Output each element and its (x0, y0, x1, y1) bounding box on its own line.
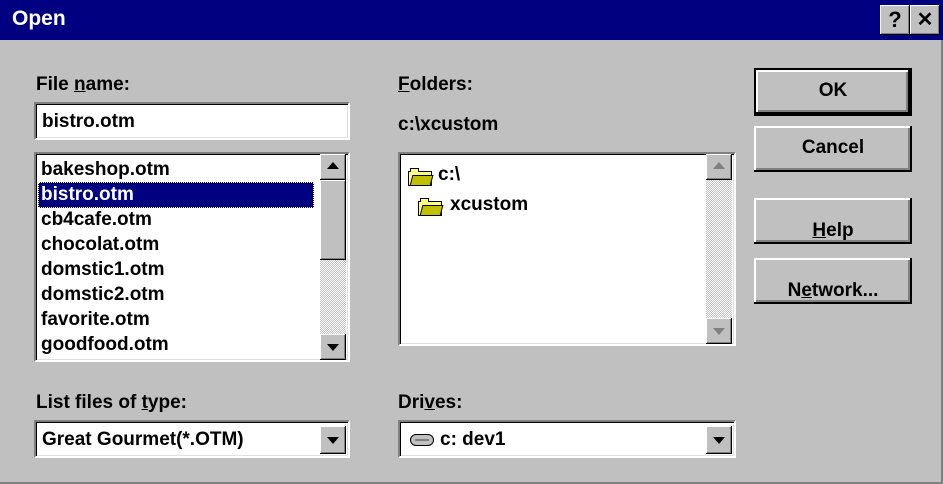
file-type-select[interactable]: Great Gourmet(*.OTM) (34, 420, 350, 458)
window-title: Open (12, 7, 66, 30)
file-list-item[interactable]: goodfood.otm (38, 332, 314, 358)
file-name-value: bistro.otm (42, 111, 135, 132)
network-button[interactable]: Network... (754, 258, 912, 304)
arrow-down-icon (327, 437, 339, 444)
folder-tree[interactable]: c:\ xcustom (398, 152, 736, 346)
drives-dropdown-button[interactable] (706, 426, 732, 454)
scroll-up-button[interactable] (320, 154, 346, 180)
folder-icon (408, 168, 434, 186)
file-list-item[interactable]: domstic2.otm (38, 282, 314, 308)
arrow-up-icon (327, 162, 339, 169)
help-title-button[interactable]: ? (880, 5, 910, 35)
drives-label: Drives: (398, 392, 463, 413)
folder-item-label: xcustom (450, 194, 529, 215)
arrow-down-icon (327, 344, 339, 351)
file-type-label: List files of type: (36, 392, 187, 413)
arrow-up-icon (713, 162, 725, 169)
arrow-down-icon (713, 437, 725, 444)
help-button[interactable]: Help (754, 198, 912, 244)
file-list-scrollbar[interactable] (320, 154, 346, 360)
drives-select[interactable]: c: dev1 (398, 420, 736, 458)
drives-value: c: dev1 (440, 429, 506, 450)
arrow-down-icon (713, 328, 725, 335)
ok-button[interactable]: OK (754, 68, 912, 116)
cancel-button[interactable]: Cancel (754, 126, 912, 172)
drive-icon (410, 434, 434, 446)
close-button[interactable]: ✕ (910, 5, 940, 35)
file-list-item[interactable]: domstic1.otm (38, 257, 314, 283)
file-name-input[interactable]: bistro.otm (34, 102, 350, 140)
folder-icon (418, 198, 444, 216)
file-list-item[interactable]: bistro.otm (38, 182, 314, 208)
folder-tree-scrollbar[interactable] (706, 154, 732, 344)
file-list[interactable]: bakeshop.otm bistro.otm cb4cafe.otm chocola… (34, 152, 350, 362)
file-name-label: File name: (36, 74, 130, 95)
folder-item-root[interactable]: c:\ (408, 164, 608, 190)
folders-label: Folders: (398, 74, 473, 95)
file-list-item[interactable]: chocolat.otm (38, 232, 314, 258)
file-list-item[interactable]: favorite.otm (38, 307, 314, 333)
title-bar (0, 0, 943, 40)
scroll-down-button[interactable] (706, 318, 732, 344)
folder-item-label: c:\ (438, 164, 461, 185)
scroll-thumb[interactable] (320, 180, 346, 260)
folder-item-xcustom[interactable]: xcustom (418, 194, 618, 220)
scroll-up-button[interactable] (706, 154, 732, 180)
file-type-dropdown-button[interactable] (320, 426, 346, 454)
current-path: c:\xcustom (398, 114, 499, 135)
file-list-item[interactable]: cb4cafe.otm (38, 207, 314, 233)
file-list-item[interactable]: bakeshop.otm (38, 157, 314, 183)
scroll-down-button[interactable] (320, 334, 346, 360)
file-type-value: Great Gourmet(*.OTM) (42, 429, 244, 450)
